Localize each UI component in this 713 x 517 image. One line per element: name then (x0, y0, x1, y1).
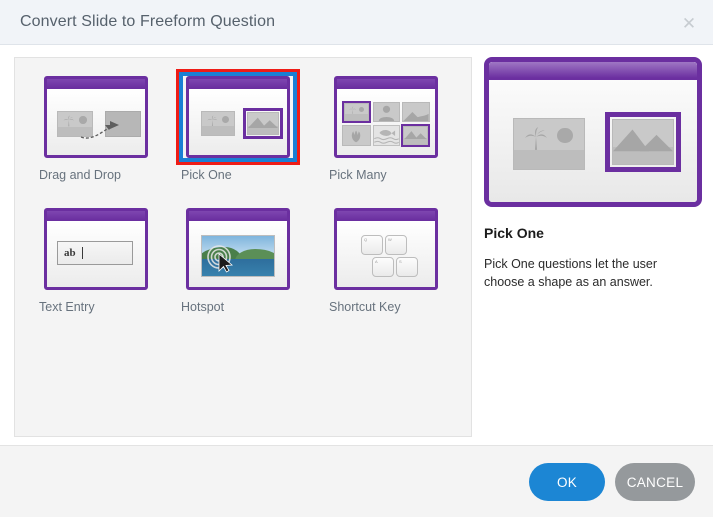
key-a: A (372, 257, 394, 277)
preview-slide (484, 57, 702, 207)
slide-titlebar (47, 211, 145, 221)
landscape-image-icon (402, 102, 430, 122)
mountain-glyph (404, 129, 427, 140)
close-icon[interactable]: ✕ (678, 12, 700, 34)
slide-canvas (337, 89, 435, 155)
landscape-glyph (403, 103, 429, 121)
option-label: Text Entry (39, 300, 95, 314)
sun-glyph (359, 107, 364, 112)
palm-tree-glyph (348, 106, 357, 114)
answer-selection-highlight (243, 108, 283, 139)
flower-image-icon (342, 125, 371, 146)
image-ground (345, 114, 368, 120)
mountain-glyph (248, 115, 278, 128)
slide-titlebar (337, 79, 435, 89)
mountain-image-icon (403, 126, 428, 145)
key-q: Q (361, 235, 383, 255)
slide-preview-text-entry: ab (44, 208, 148, 290)
slide-preview-drag-and-drop (44, 76, 148, 158)
slide-canvas: Q W A S (337, 221, 435, 287)
option-shortcut-key[interactable]: Q W A S Shortcut Key (329, 206, 463, 292)
preview-title: Pick One (484, 225, 702, 241)
hotspot-target-icon (206, 244, 240, 274)
drag-arrow-icon (55, 107, 147, 143)
slide-canvas (189, 221, 287, 287)
mountain-image-icon (247, 112, 279, 135)
slide-titlebar (189, 79, 287, 89)
palm-image-icon (201, 111, 235, 136)
option-thumbnail[interactable] (329, 74, 443, 160)
sun-glyph (557, 128, 572, 143)
option-thumbnail[interactable]: ab (39, 206, 153, 292)
dialog-body: Drag and Drop (0, 45, 713, 445)
option-hotspot[interactable]: Hotspot (181, 206, 315, 292)
text-caret (82, 247, 83, 259)
option-thumbnail[interactable] (181, 206, 295, 292)
mountain-image-icon-large (612, 119, 674, 165)
key-s: S (396, 257, 418, 277)
cancel-button[interactable]: CANCEL (615, 463, 695, 501)
option-thumbnail[interactable] (181, 74, 295, 160)
fish-glyph (374, 126, 399, 145)
slide-canvas: ab (47, 221, 145, 287)
slide-preview-hotspot (186, 208, 290, 290)
image-ground (202, 126, 234, 135)
sun-glyph (222, 116, 229, 123)
dialog-header: Convert Slide to Freeform Question ✕ (0, 0, 713, 45)
text-entry-sample-text: ab (64, 247, 76, 259)
slide-titlebar (47, 79, 145, 89)
option-label: Drag and Drop (39, 168, 121, 182)
dialog-title: Convert Slide to Freeform Question (20, 13, 275, 31)
slide-canvas (189, 89, 287, 155)
option-label: Pick One (181, 168, 232, 182)
slide-preview-pick-many (334, 76, 438, 158)
ok-button[interactable]: OK (529, 463, 605, 501)
option-label: Shortcut Key (329, 300, 401, 314)
palm-tree-glyph (522, 126, 550, 152)
flower-glyph (343, 126, 370, 145)
option-thumbnail[interactable] (39, 74, 153, 160)
hotspot-photo (201, 235, 275, 277)
question-type-options-panel: Drag and Drop (14, 57, 472, 437)
keyboard-keys-group: Q W A S (361, 235, 417, 281)
option-thumbnail[interactable]: Q W A S (329, 206, 443, 292)
preview-slide-titlebar (489, 62, 697, 80)
slide-titlebar (337, 211, 435, 221)
fish-water-image-icon (373, 125, 400, 146)
pick-many-grid (342, 101, 430, 147)
preview-slide-canvas (489, 80, 697, 202)
palm-tree-glyph (206, 115, 219, 127)
option-label: Pick Many (329, 168, 387, 182)
person-glyph (374, 103, 399, 121)
image-ground (514, 150, 584, 169)
answer-selection-highlight-large (605, 112, 681, 172)
option-pick-one[interactable]: Pick One (181, 74, 315, 160)
slide-titlebar (189, 211, 287, 221)
slide-canvas (47, 89, 145, 155)
slide-preview-pick-one (186, 76, 290, 158)
palm-image-icon (344, 103, 369, 121)
palm-image-icon-large (513, 118, 585, 170)
dialog-footer: OK CANCEL (0, 445, 713, 517)
slide-preview-shortcut-key: Q W A S (334, 208, 438, 290)
text-entry-field-preview: ab (57, 241, 133, 265)
option-text-entry[interactable]: ab Text Entry (39, 206, 173, 292)
option-pick-many[interactable]: Pick Many (329, 74, 463, 160)
mountain-glyph (613, 124, 673, 151)
preview-panel: Pick One Pick One questions let the user… (484, 57, 702, 291)
person-image-icon (373, 102, 400, 122)
key-w: W (385, 235, 407, 255)
preview-description: Pick One questions let the user choose a… (484, 255, 696, 291)
grid-cell-selected (342, 101, 371, 123)
grid-cell-selected (401, 124, 430, 147)
option-label: Hotspot (181, 300, 224, 314)
option-drag-and-drop[interactable]: Drag and Drop (39, 74, 173, 160)
